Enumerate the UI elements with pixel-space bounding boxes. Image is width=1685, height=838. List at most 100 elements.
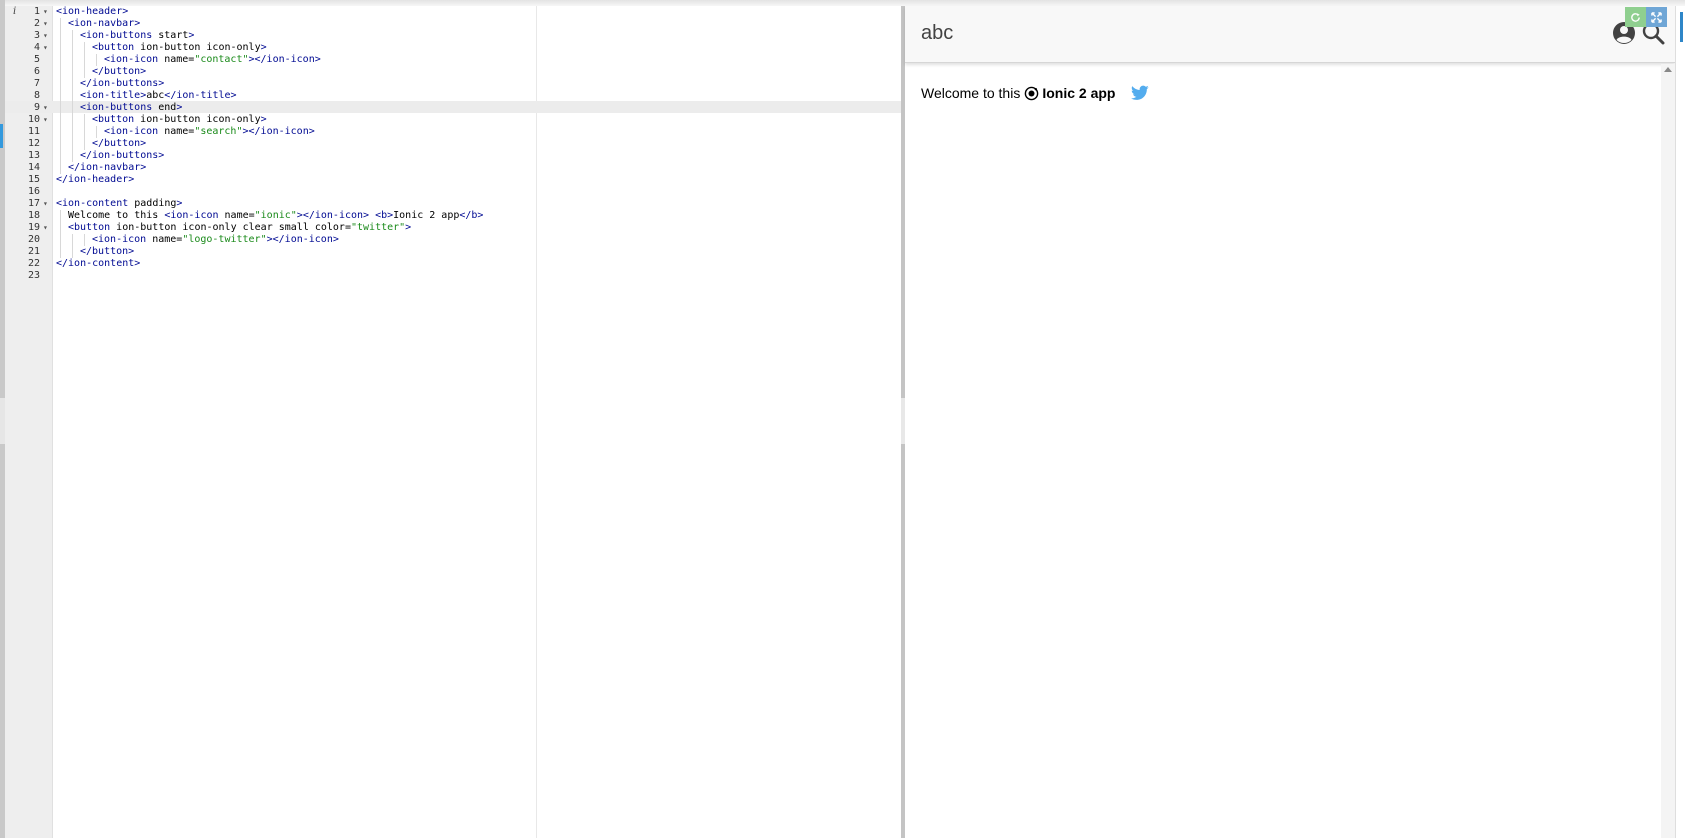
indent-guide xyxy=(72,42,73,54)
indent-guide xyxy=(72,246,73,258)
code-text: <ion-buttons end> xyxy=(80,102,182,114)
code-line[interactable]: 17 ▾ <ion-content padding> xyxy=(5,198,902,210)
code-lines[interactable]: 1 ▾ <ion-header> 2 ▾ <ion-navbar> 3 ▾ <ion-butto… xyxy=(5,6,902,282)
expand-button[interactable] xyxy=(1646,7,1667,27)
code-line[interactable]: 10 ▾ <button ion-button icon-only> xyxy=(5,114,902,126)
indent-guide xyxy=(60,18,61,30)
code-line[interactable]: 2 ▾ <ion-navbar> xyxy=(5,18,902,30)
code-token: ></ion-icon> xyxy=(242,126,315,137)
page-title: abc xyxy=(921,22,954,44)
line-number: 8 xyxy=(33,90,40,101)
code-token: <ion-icon xyxy=(164,210,219,221)
code-token: <button xyxy=(92,42,135,53)
indent-guide xyxy=(72,234,73,246)
code-token: <ion-buttons xyxy=(80,102,153,113)
indent-guide xyxy=(60,210,61,222)
code-line[interactable]: 14 </ion-navbar> xyxy=(5,162,902,174)
indent-guide xyxy=(60,162,61,174)
code-token: <ion-title> xyxy=(80,90,147,101)
fold-toggle-icon[interactable]: ▾ xyxy=(43,198,48,210)
indent-guide xyxy=(96,54,97,66)
code-editor[interactable]: i 1 ▾ <ion-header> 2 ▾ <ion-navbar> 3 ▾ <ion-but… xyxy=(5,6,902,838)
code-token: > xyxy=(188,30,195,41)
code-line[interactable]: 7 </ion-buttons> xyxy=(5,78,902,90)
code-text: </button> xyxy=(92,66,146,78)
code-text: <button ion-button icon-only> xyxy=(92,42,267,54)
code-line[interactable]: 6 </button> xyxy=(5,66,902,78)
right-edge xyxy=(1675,6,1685,838)
refresh-icon xyxy=(1631,12,1640,22)
code-token: ion-button icon-only clear small color= xyxy=(110,222,351,233)
fold-toggle-icon[interactable]: ▾ xyxy=(43,114,48,126)
code-line[interactable]: 9 ▾ <ion-buttons end> xyxy=(5,102,902,114)
line-number: 5 xyxy=(33,54,40,65)
indent-guide xyxy=(72,126,73,138)
code-line[interactable]: 18 Welcome to this <ion-icon name="ionic"… xyxy=(5,210,902,222)
code-token: > xyxy=(176,198,183,209)
code-token: </ion-navbar> xyxy=(68,162,147,173)
indent-guide xyxy=(72,102,73,114)
code-line[interactable]: 23 xyxy=(5,270,902,282)
fold-toggle-icon[interactable]: ▾ xyxy=(43,42,48,54)
indent-guide xyxy=(60,42,61,54)
code-token: ion-button icon-only xyxy=(134,114,261,125)
code-line[interactable]: 5 <ion-icon name="contact"></ion-icon> xyxy=(5,54,902,66)
fold-toggle-icon[interactable]: ▾ xyxy=(43,18,48,30)
fold-toggle-icon[interactable]: ▾ xyxy=(43,30,48,42)
line-number: 7 xyxy=(33,78,40,89)
code-token: <ion-buttons xyxy=(80,30,153,41)
indent-guide xyxy=(84,126,85,138)
indent-guide xyxy=(60,246,61,258)
code-token: <ion-content xyxy=(56,198,129,209)
code-token: ></ion-icon> xyxy=(296,210,370,221)
code-line[interactable]: 4 ▾ <button ion-button icon-only> xyxy=(5,42,902,54)
indent-guide xyxy=(60,66,61,78)
line-number: 18 xyxy=(27,210,40,221)
indent-guide xyxy=(84,234,85,246)
code-text: <ion-navbar> xyxy=(68,18,140,30)
fold-toggle-icon[interactable]: ▾ xyxy=(43,6,48,18)
code-line[interactable]: 11 <ion-icon name="search"></ion-icon> xyxy=(5,126,902,138)
indent-guide xyxy=(72,138,73,150)
preview-scrollbar[interactable] xyxy=(1661,64,1675,838)
code-line[interactable]: 8 <ion-title>abc</ion-title> xyxy=(5,90,902,102)
scroll-up-icon[interactable] xyxy=(1664,67,1672,72)
indent-guide xyxy=(84,138,85,150)
code-token: name= xyxy=(158,126,195,137)
code-token: "twitter" xyxy=(350,222,406,233)
code-line[interactable]: 1 ▾ <ion-header> xyxy=(5,6,902,18)
code-token: <ion-icon xyxy=(104,126,159,137)
indent-guide xyxy=(60,138,61,150)
code-token: </ion-header> xyxy=(56,174,135,185)
code-text: <ion-header> xyxy=(56,6,128,18)
code-text: </ion-header> xyxy=(56,174,134,186)
code-token: <ion-navbar> xyxy=(68,18,141,29)
code-text: <ion-icon name="search"></ion-icon> xyxy=(104,126,315,138)
code-line[interactable]: 3 ▾ <ion-buttons start> xyxy=(5,30,902,42)
refresh-button[interactable] xyxy=(1625,7,1646,27)
code-line[interactable]: 15 </ion-header> xyxy=(5,174,902,186)
fold-toggle-icon[interactable]: ▾ xyxy=(43,102,48,114)
code-line[interactable]: 16 xyxy=(5,186,902,198)
code-token: <ion-header> xyxy=(56,6,129,17)
fold-toggle-icon[interactable]: ▾ xyxy=(43,222,48,234)
twitter-button[interactable] xyxy=(1127,82,1153,104)
code-text: </button> xyxy=(92,138,146,150)
code-line[interactable]: 12 </button> xyxy=(5,138,902,150)
line-number: 4 xyxy=(33,42,40,53)
right-edge-marker xyxy=(1680,12,1683,42)
code-line[interactable]: 22 </ion-content> xyxy=(5,258,902,270)
code-line[interactable]: 13 </ion-buttons> xyxy=(5,150,902,162)
code-text: <ion-title>abc</ion-title> xyxy=(80,90,237,102)
line-number: 13 xyxy=(27,150,40,161)
indent-guide xyxy=(60,90,61,102)
code-token: "ionic" xyxy=(254,210,297,221)
code-line[interactable]: 19 ▾ <button ion-button icon-only clear sm… xyxy=(5,222,902,234)
code-line[interactable]: 21 </button> xyxy=(5,246,902,258)
code-token: name= xyxy=(146,234,183,245)
indent-guide xyxy=(72,90,73,102)
code-token: name= xyxy=(158,54,195,65)
code-token: padding xyxy=(128,198,177,209)
code-line[interactable]: 20 <ion-icon name="logo-twitter"></ion-ic… xyxy=(5,234,902,246)
indent-guide xyxy=(60,78,61,90)
